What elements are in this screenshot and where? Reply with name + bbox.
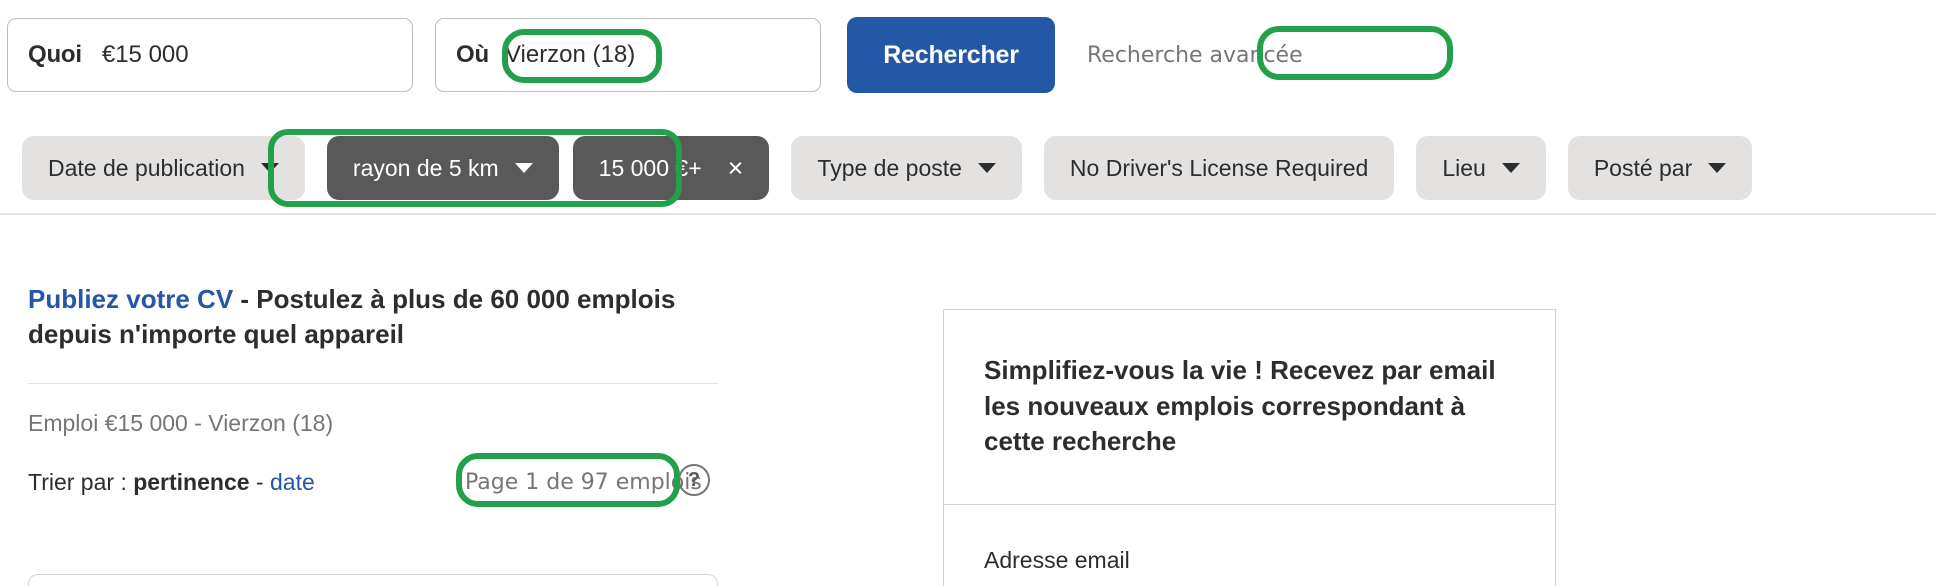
- email-alert-form: Adresse email: [944, 505, 1555, 586]
- filter-row-divider: [0, 213, 1936, 215]
- email-alert-header: Simplifiez-vous la vie ! Recevez par ema…: [944, 310, 1555, 505]
- where-field[interactable]: Où Vierzon (18): [435, 18, 821, 92]
- chevron-down-icon: [1501, 163, 1520, 173]
- search-button[interactable]: Rechercher: [847, 17, 1055, 93]
- help-icon[interactable]: ?: [678, 464, 710, 497]
- cv-promo-banner: Publiez votre CV - Postulez à plus de 60…: [28, 268, 718, 351]
- chevron-down-icon: [977, 163, 996, 173]
- sort-option-pertinence[interactable]: pertinence: [133, 469, 249, 495]
- what-input-value[interactable]: €15 000: [102, 41, 189, 69]
- sort-prefix: Trier par :: [28, 468, 134, 495]
- promo-divider: [28, 383, 718, 385]
- results-column: Publiez votre CV - Postulez à plus de 60…: [28, 268, 718, 508]
- filter-chip-lieu[interactable]: Lieu: [1416, 136, 1546, 200]
- chevron-down-icon: [1708, 163, 1727, 173]
- where-input-value[interactable]: Vierzon (18): [505, 41, 635, 69]
- filter-chip-rayon[interactable]: rayon de 5 km: [326, 136, 559, 200]
- filter-chip-label: Type de poste: [817, 154, 962, 181]
- filter-chip-date-publication[interactable]: Date de publication: [22, 136, 305, 200]
- indeed-search-page: Quoi €15 000 Où Vierzon (18) Rechercher …: [0, 0, 1936, 586]
- filter-chip-row: Date de publication rayon de 5 km 15 000…: [0, 123, 1936, 213]
- email-alert-panel: Simplifiez-vous la vie ! Recevez par ema…: [943, 309, 1556, 586]
- sort-by-label: Trier par : pertinence - date: [28, 469, 315, 496]
- filter-chip-label: No Driver's License Required: [1069, 154, 1369, 181]
- email-field-label: Adresse email: [984, 546, 1130, 573]
- where-label: Où: [456, 41, 489, 68]
- filter-chip-label: Date de publication: [48, 154, 245, 181]
- filter-chip-no-driver-license[interactable]: No Driver's License Required: [1043, 136, 1395, 200]
- page-count-label: Page 1 de 97 emplois: [465, 469, 702, 495]
- what-label: Quoi: [28, 41, 82, 68]
- filter-chip-label: Lieu: [1442, 154, 1486, 181]
- search-bar: Quoi €15 000 Où Vierzon (18) Rechercher …: [0, 0, 1936, 110]
- sort-row: Trier par : pertinence - date Page 1 de …: [28, 453, 718, 508]
- filter-chip-type-poste[interactable]: Type de poste: [791, 136, 1022, 200]
- result-summary: Emploi €15 000 - Vierzon (18): [28, 410, 334, 437]
- filter-chip-label: rayon de 5 km: [352, 154, 499, 181]
- what-field[interactable]: Quoi €15 000: [7, 18, 413, 92]
- filter-chip-label: 15 000 €+: [598, 154, 702, 181]
- publish-cv-link[interactable]: Publiez votre CV: [28, 284, 233, 314]
- email-alert-headline: Simplifiez-vous la vie ! Recevez par ema…: [984, 355, 1496, 457]
- filter-chip-salary[interactable]: 15 000 €+ ×: [572, 136, 770, 200]
- close-icon[interactable]: ×: [728, 154, 744, 182]
- advanced-search-link[interactable]: Recherche avancée: [1087, 43, 1303, 68]
- filter-chip-label: Posté par: [1593, 154, 1693, 181]
- filter-chip-poste-par[interactable]: Posté par: [1567, 136, 1753, 200]
- first-job-card-top-edge[interactable]: [28, 574, 718, 586]
- chevron-down-icon: [514, 163, 533, 173]
- sort-option-date[interactable]: date: [270, 469, 315, 495]
- sort-separator: -: [249, 468, 270, 495]
- chevron-down-icon: [260, 163, 279, 173]
